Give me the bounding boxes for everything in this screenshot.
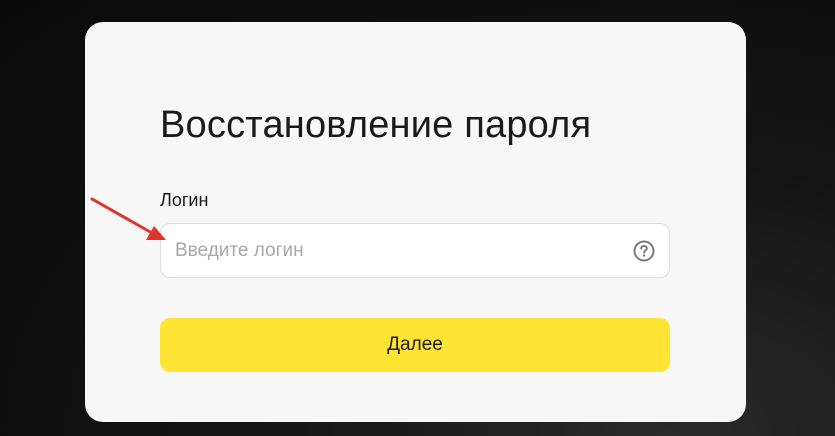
question-circle-icon[interactable] bbox=[633, 240, 655, 262]
login-label: Логин bbox=[160, 190, 209, 210]
page-title: Восстановление пароля bbox=[160, 104, 592, 146]
login-field-container bbox=[160, 223, 670, 278]
login-input[interactable] bbox=[161, 224, 621, 277]
next-button[interactable]: Далее bbox=[160, 318, 670, 372]
password-recovery-card: Восстановление пароля Логин Далее bbox=[85, 22, 746, 422]
